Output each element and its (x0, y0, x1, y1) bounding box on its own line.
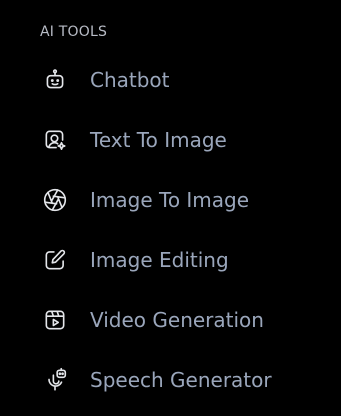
ai-tools-nav: Chatbot Text To Image Image To Image Ima… (0, 50, 341, 410)
nav-item-image-to-image[interactable]: Image To Image (0, 170, 341, 230)
bot-icon (42, 67, 68, 93)
nav-item-label: Image To Image (90, 188, 250, 212)
nav-item-text-to-image[interactable]: Text To Image (0, 110, 341, 170)
nav-item-chatbot[interactable]: Chatbot (0, 50, 341, 110)
nav-item-label: Image Editing (90, 248, 229, 272)
edit-square-icon (42, 247, 68, 273)
nav-item-speech-generator[interactable]: Speech Generator (0, 350, 341, 410)
nav-item-label: Chatbot (90, 68, 170, 92)
microphone-bot-icon (42, 367, 68, 393)
nav-item-label: Text To Image (90, 128, 227, 152)
ai-tools-sidebar: AI TOOLS Chatbot Text To Image Image To … (0, 0, 341, 416)
nav-item-label: Video Generation (90, 308, 264, 332)
video-play-icon (42, 307, 68, 333)
nav-item-video-generation[interactable]: Video Generation (0, 290, 341, 350)
aperture-icon (42, 187, 68, 213)
image-sparkle-icon (42, 127, 68, 153)
section-title: AI TOOLS (40, 24, 108, 40)
nav-item-label: Speech Generator (90, 368, 272, 392)
nav-item-image-editing[interactable]: Image Editing (0, 230, 341, 290)
